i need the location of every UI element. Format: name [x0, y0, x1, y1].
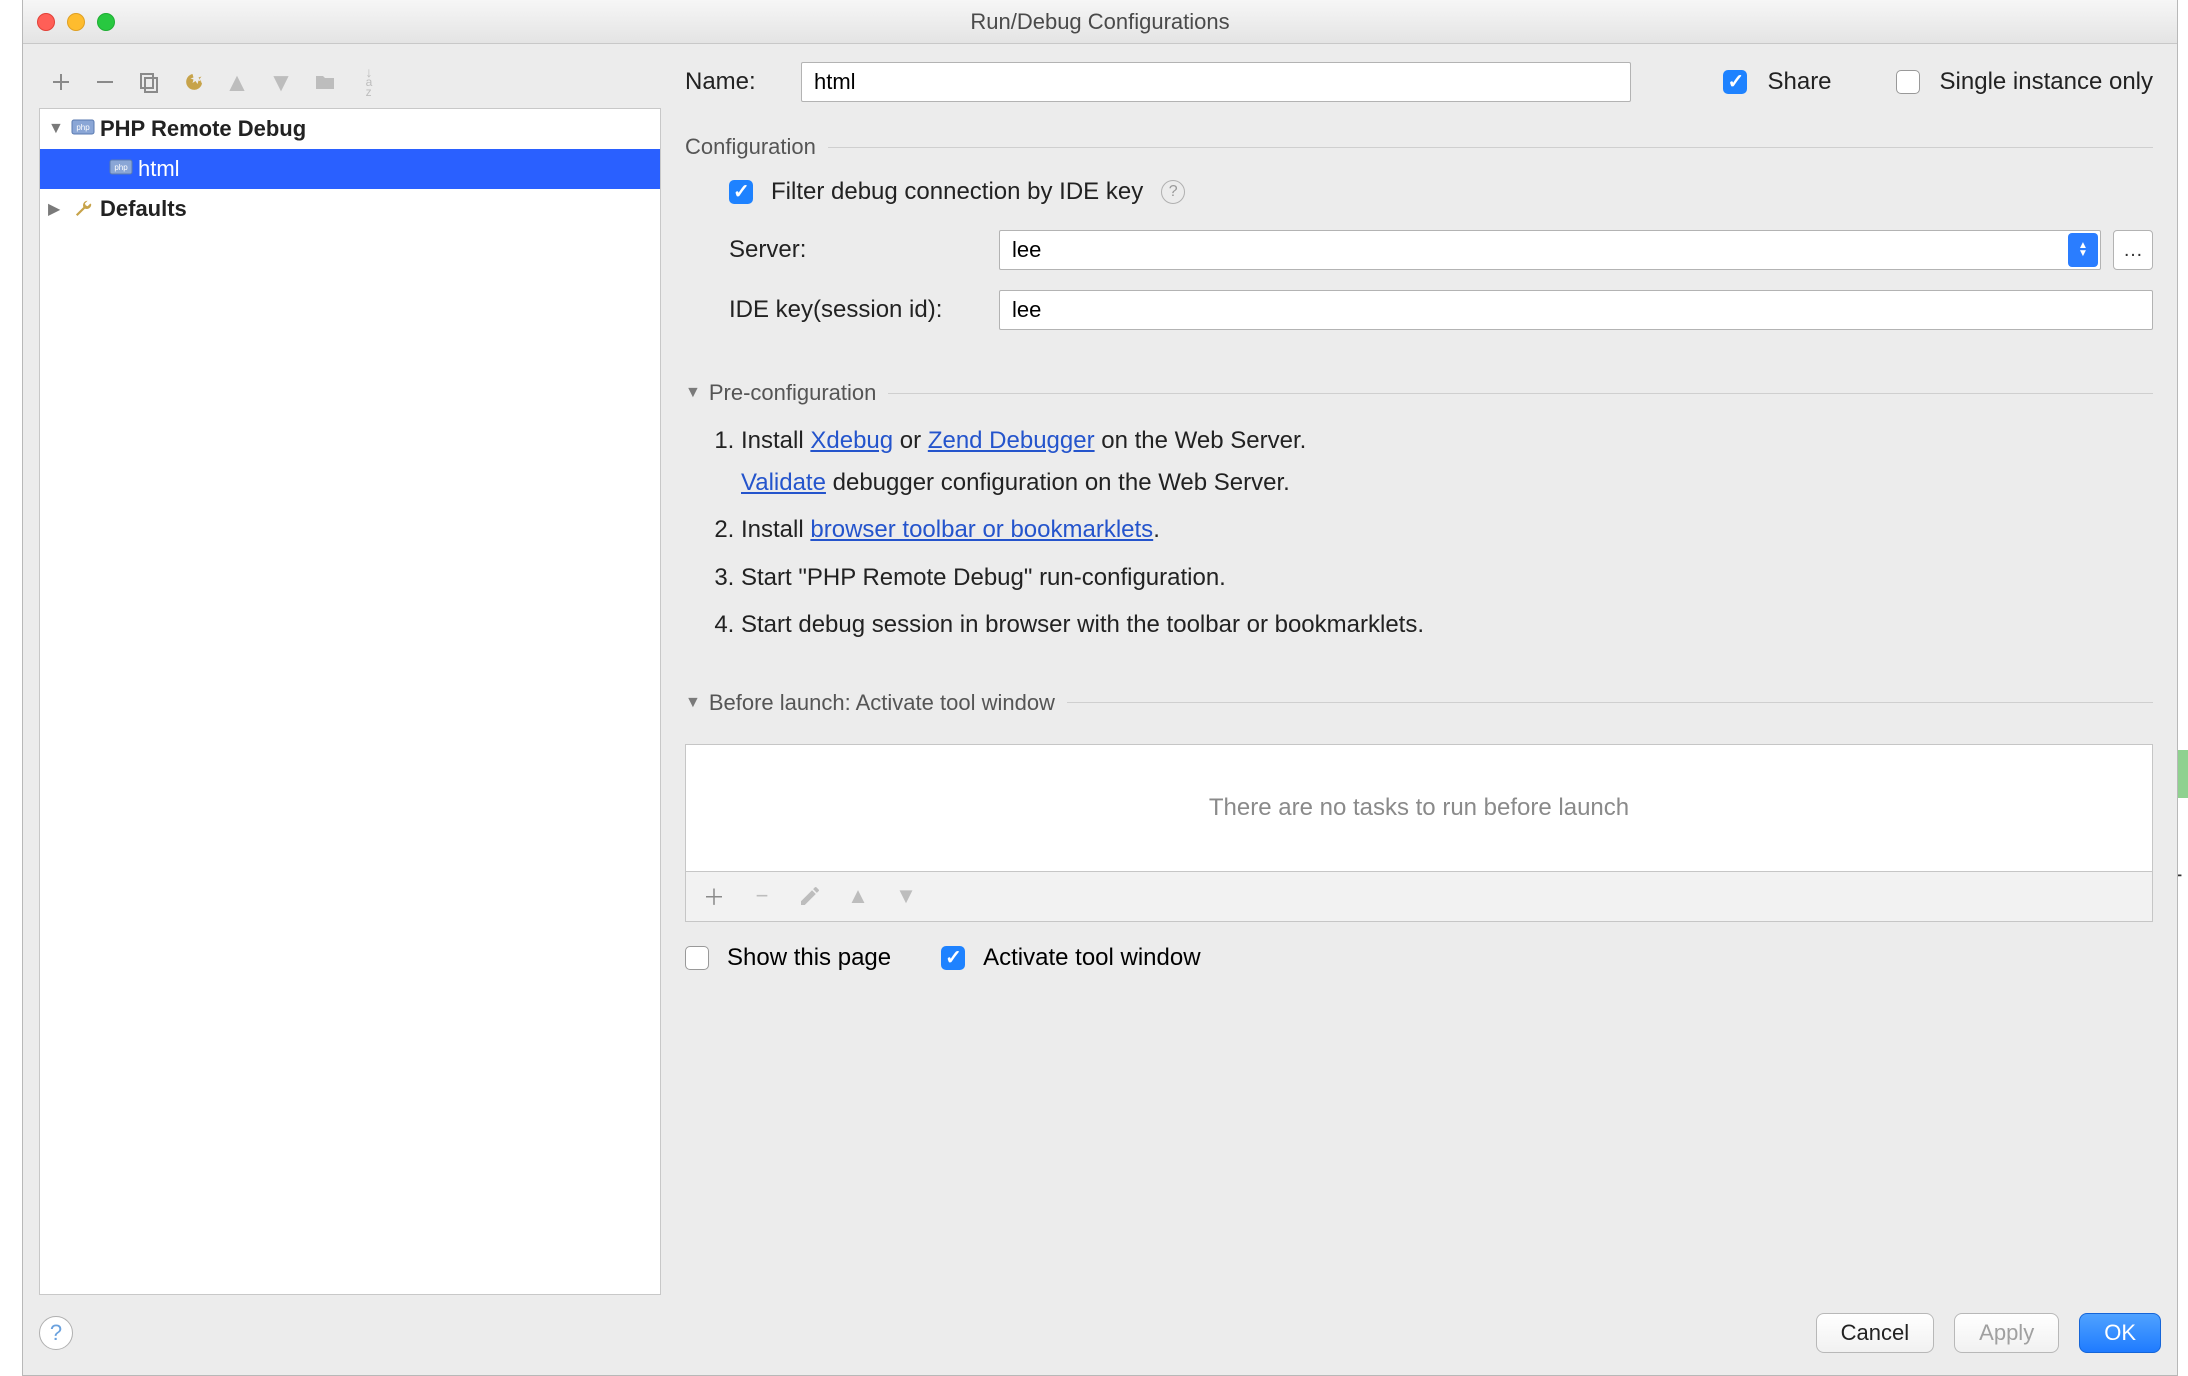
browser-bookmarklets-link[interactable]: browser toolbar or bookmarklets	[810, 516, 1153, 543]
new-folder-button[interactable]	[311, 68, 339, 96]
background-left-gutter	[0, 0, 22, 1376]
minimize-window-button[interactable]	[67, 13, 85, 31]
chevron-down-icon[interactable]: ▼	[685, 694, 701, 712]
remove-task-button[interactable]: −	[748, 882, 776, 910]
share-checkbox[interactable]	[1723, 70, 1747, 94]
tree-node-defaults[interactable]: ▶ Defaults	[40, 189, 660, 229]
config-toolbar: ▲ ▼ ↓az	[39, 62, 661, 102]
tree-node-label: Defaults	[100, 196, 187, 222]
separator	[888, 393, 2153, 394]
ide-key-input[interactable]	[999, 290, 2153, 330]
step-text: Install	[741, 516, 810, 543]
chevron-down-icon: ▼	[48, 120, 66, 138]
ide-key-label: IDE key(session id):	[729, 296, 979, 324]
titlebar: Run/Debug Configurations	[23, 0, 2177, 44]
configuration-section-label: Configuration	[685, 134, 816, 160]
remove-config-button[interactable]	[91, 68, 119, 96]
move-up-button[interactable]: ▲	[223, 68, 251, 96]
run-debug-dialog: Run/Debug Configurations	[22, 0, 2178, 1376]
separator	[1067, 702, 2153, 703]
step-text: on the Web Server.	[1101, 427, 1306, 454]
config-tree[interactable]: ▼ php PHP Remote Debug php html ▶	[39, 108, 661, 1295]
php-debug-icon: php	[70, 118, 96, 140]
add-task-button[interactable]: ＋	[700, 882, 728, 910]
cancel-button[interactable]: Cancel	[1816, 1313, 1934, 1353]
zoom-window-button[interactable]	[97, 13, 115, 31]
save-template-button[interactable]	[179, 68, 207, 96]
php-debug-icon: php	[108, 158, 134, 180]
tree-node-html[interactable]: php html	[40, 149, 660, 189]
server-select[interactable]: lee ▲▼	[999, 230, 2101, 270]
activate-tool-window-label: Activate tool window	[983, 944, 1200, 972]
help-button[interactable]: ?	[39, 1316, 73, 1350]
before-launch-empty-text: There are no tasks to run before launch	[686, 745, 2152, 871]
svg-text:php: php	[76, 123, 90, 132]
zend-debugger-link[interactable]: Zend Debugger	[928, 427, 1095, 454]
activate-tool-window-checkbox[interactable]	[941, 946, 965, 970]
tree-node-label: PHP Remote Debug	[100, 116, 306, 142]
chevron-right-icon: ▶	[48, 199, 66, 219]
help-icon[interactable]: ?	[1161, 180, 1185, 204]
step-text: .	[1153, 516, 1160, 543]
name-label: Name:	[685, 68, 781, 96]
move-task-up-button[interactable]: ▲	[844, 882, 872, 910]
preconfig-step-2: Install browser toolbar or bookmarklets.	[741, 513, 2153, 547]
server-label: Server:	[729, 236, 979, 264]
ok-button[interactable]: OK	[2079, 1313, 2161, 1353]
edit-task-button[interactable]	[796, 882, 824, 910]
share-label: Share	[1767, 68, 1831, 96]
copy-config-button[interactable]	[135, 68, 163, 96]
single-instance-checkbox[interactable]	[1896, 70, 1920, 94]
preconfig-section-label: Pre-configuration	[709, 380, 877, 406]
preconfig-step-3: Start "PHP Remote Debug" run-configurati…	[741, 561, 2153, 595]
server-browse-button[interactable]: …	[2113, 230, 2153, 270]
validate-link[interactable]: Validate	[741, 469, 826, 496]
sort-alpha-button[interactable]: ↓az	[355, 68, 383, 96]
show-this-page-checkbox[interactable]	[685, 946, 709, 970]
window-controls	[37, 13, 115, 31]
xdebug-link[interactable]: Xdebug	[810, 427, 893, 454]
before-launch-toolbar: ＋ − ▲ ▼	[685, 872, 2153, 922]
window-title: Run/Debug Configurations	[970, 9, 1229, 35]
name-input[interactable]	[801, 62, 1631, 102]
step-text: debugger configuration on the Web Server…	[833, 469, 1290, 496]
tree-node-label: html	[138, 156, 180, 182]
wrench-icon	[70, 198, 96, 220]
separator	[828, 147, 2153, 148]
preconfig-step-1: Install Xdebug or Zend Debugger on the W…	[741, 424, 2153, 499]
move-task-down-button[interactable]: ▼	[892, 882, 920, 910]
before-launch-section-label: Before launch: Activate tool window	[709, 690, 1055, 716]
chevron-down-icon[interactable]: ▼	[685, 384, 701, 402]
server-value: lee	[1012, 237, 1041, 263]
preconfig-step-4: Start debug session in browser with the …	[741, 608, 2153, 642]
move-down-button[interactable]: ▼	[267, 68, 295, 96]
filter-ide-key-label: Filter debug connection by IDE key	[771, 178, 1143, 206]
apply-button[interactable]: Apply	[1954, 1313, 2059, 1353]
select-stepper-icon: ▲▼	[2068, 233, 2098, 267]
close-window-button[interactable]	[37, 13, 55, 31]
step-text: or	[900, 427, 928, 454]
tree-node-php-remote-debug[interactable]: ▼ php PHP Remote Debug	[40, 109, 660, 149]
preconfig-steps: Install Xdebug or Zend Debugger on the W…	[685, 424, 2153, 656]
show-this-page-label: Show this page	[727, 944, 891, 972]
filter-ide-key-checkbox[interactable]	[729, 180, 753, 204]
step-text: Install	[741, 427, 810, 454]
svg-text:php: php	[114, 163, 128, 172]
add-config-button[interactable]	[47, 68, 75, 96]
before-launch-task-list: There are no tasks to run before launch	[685, 744, 2153, 872]
single-instance-label: Single instance only	[1940, 68, 2153, 96]
